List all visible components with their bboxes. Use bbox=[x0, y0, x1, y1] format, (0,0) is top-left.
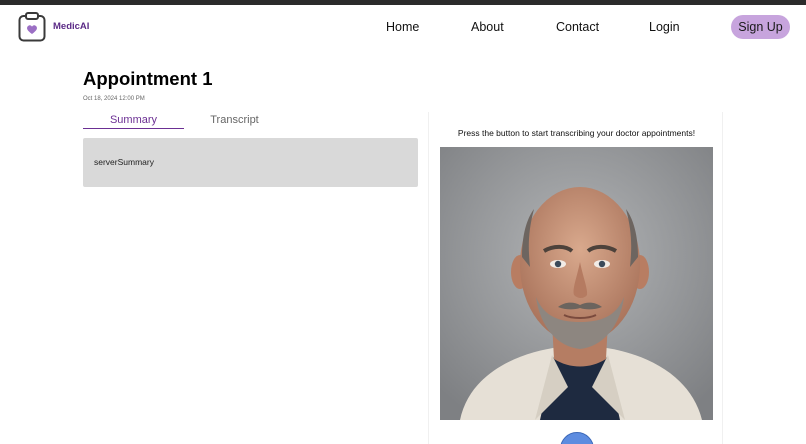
nav-home-link[interactable]: Home bbox=[386, 20, 419, 34]
recorder-instruction: Press the button to start transcribing y… bbox=[457, 128, 696, 138]
nav-about-link[interactable]: About bbox=[471, 20, 504, 34]
brand-name[interactable]: MedicAI bbox=[53, 21, 89, 32]
tab-summary[interactable]: Summary bbox=[83, 114, 184, 129]
navbar: MedicAI Home About Contact Login Sign Up bbox=[0, 5, 806, 49]
tab-transcript[interactable]: Transcript bbox=[184, 114, 285, 129]
nav-contact-link[interactable]: Contact bbox=[556, 20, 599, 34]
summary-panel: serverSummary bbox=[83, 138, 418, 187]
page-title: Appointment 1 bbox=[83, 68, 213, 89]
summary-text: serverSummary bbox=[94, 157, 154, 167]
nav-login-link[interactable]: Login bbox=[649, 20, 680, 34]
sign-up-button[interactable]: Sign Up bbox=[731, 15, 790, 39]
doctor-portrait-image bbox=[440, 147, 713, 420]
clipboard-heart-icon[interactable] bbox=[18, 12, 46, 42]
recorder-panel: Press the button to start transcribing y… bbox=[428, 112, 723, 444]
record-button-icon[interactable] bbox=[560, 432, 594, 444]
appointment-date: Oct 18, 2024 12:00 PM bbox=[83, 96, 145, 102]
